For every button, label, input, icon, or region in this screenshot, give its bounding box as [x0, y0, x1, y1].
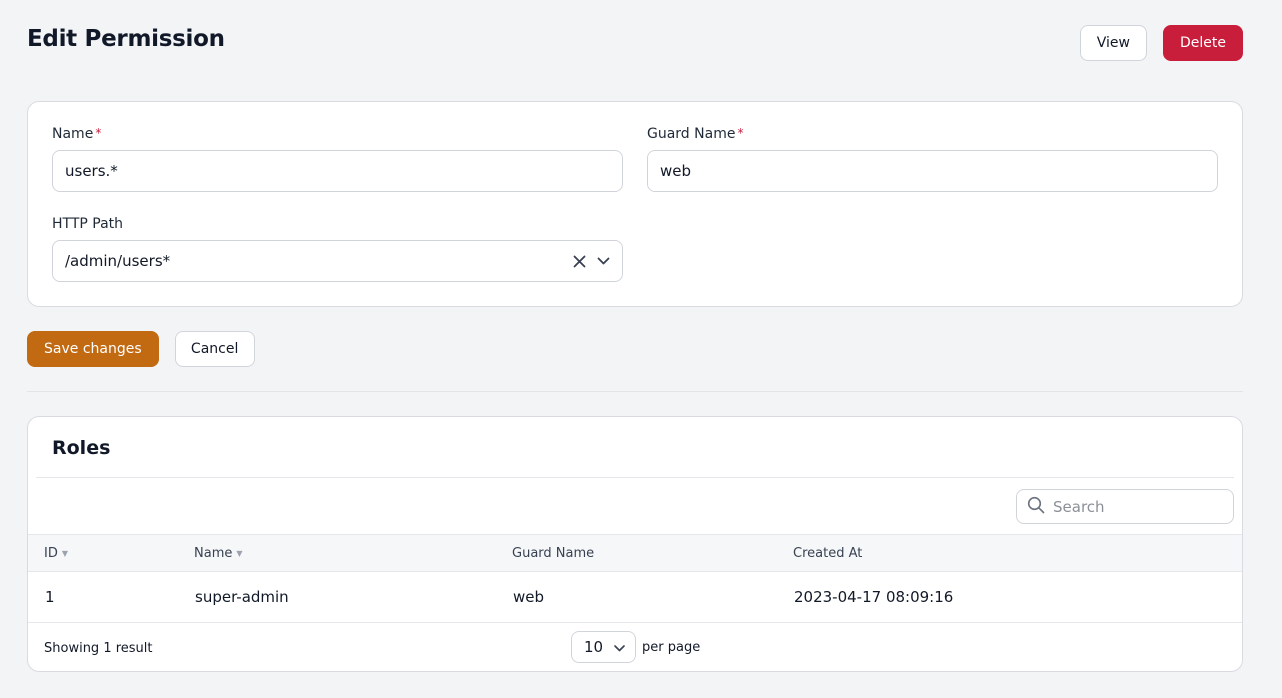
per-page-select[interactable]: 10: [571, 631, 636, 663]
required-marker: *: [95, 126, 102, 140]
permission-form-card: Name * users.* Guard Name * web HTTP Path …: [27, 101, 1243, 307]
cell-guard-name: web: [513, 588, 545, 606]
guard-name-label: Guard Name *: [647, 126, 744, 142]
page-title: Edit Permission: [27, 26, 225, 52]
per-page-value: 10: [584, 638, 604, 656]
chevron-down-icon: [614, 638, 625, 656]
view-button[interactable]: View: [1079, 25, 1147, 61]
sort-caret-icon: ▼: [236, 548, 243, 558]
search-input[interactable]: [1053, 497, 1213, 516]
clear-icon[interactable]: [572, 254, 586, 268]
cell-created-at: 2023-04-17 08:09:16: [794, 588, 954, 606]
column-header-guard-name: Guard Name: [512, 545, 595, 561]
table-header: ID ▼ Name ▼ Guard Name Created At: [28, 534, 1242, 572]
guard-name-input[interactable]: web: [647, 150, 1218, 192]
search-icon: [1027, 496, 1045, 518]
cell-name: super-admin: [195, 588, 289, 606]
roles-title: Roles: [52, 437, 111, 459]
section-divider: [27, 391, 1243, 392]
per-page-control: 10 per page: [571, 631, 700, 663]
sort-caret-icon: ▼: [61, 548, 69, 558]
http-path-label: HTTP Path: [52, 216, 124, 232]
save-changes-button[interactable]: Save changes: [27, 331, 159, 367]
results-count: Showing 1 result: [44, 640, 153, 656]
chevron-down-icon[interactable]: [596, 254, 610, 268]
delete-button[interactable]: Delete: [1163, 25, 1243, 61]
column-header-created-at: Created At: [793, 545, 863, 561]
column-header-id[interactable]: ID ▼: [44, 535, 68, 571]
http-path-field: HTTP Path /admin/users*: [52, 216, 623, 282]
cancel-button[interactable]: Cancel: [174, 331, 255, 367]
cell-id: 1: [45, 588, 55, 606]
name-input[interactable]: users.*: [52, 150, 623, 192]
form-actions: Save changes Cancel: [27, 331, 255, 367]
required-marker: *: [737, 126, 744, 140]
http-path-value: /admin/users*: [65, 252, 171, 270]
column-header-name[interactable]: Name ▼: [194, 535, 243, 571]
name-field: Name * users.*: [52, 126, 623, 192]
guard-name-field: Guard Name * web: [647, 126, 1218, 192]
header-actions: View Delete: [1079, 25, 1243, 61]
roles-card: Roles ID▼ Name▼ Guard Name Created At 1 …: [27, 416, 1243, 672]
search-field[interactable]: [1016, 489, 1234, 524]
name-label: Name *: [52, 126, 102, 142]
table-footer: Showing 1 result 10 per page: [28, 623, 1242, 671]
http-path-select[interactable]: /admin/users*: [52, 240, 623, 282]
select-icons: [572, 254, 610, 268]
roles-header-divider: [36, 477, 1234, 478]
table-row[interactable]: 1 super-admin web 2023-04-17 08:09:16: [28, 572, 1242, 623]
per-page-label: per page: [642, 639, 701, 655]
